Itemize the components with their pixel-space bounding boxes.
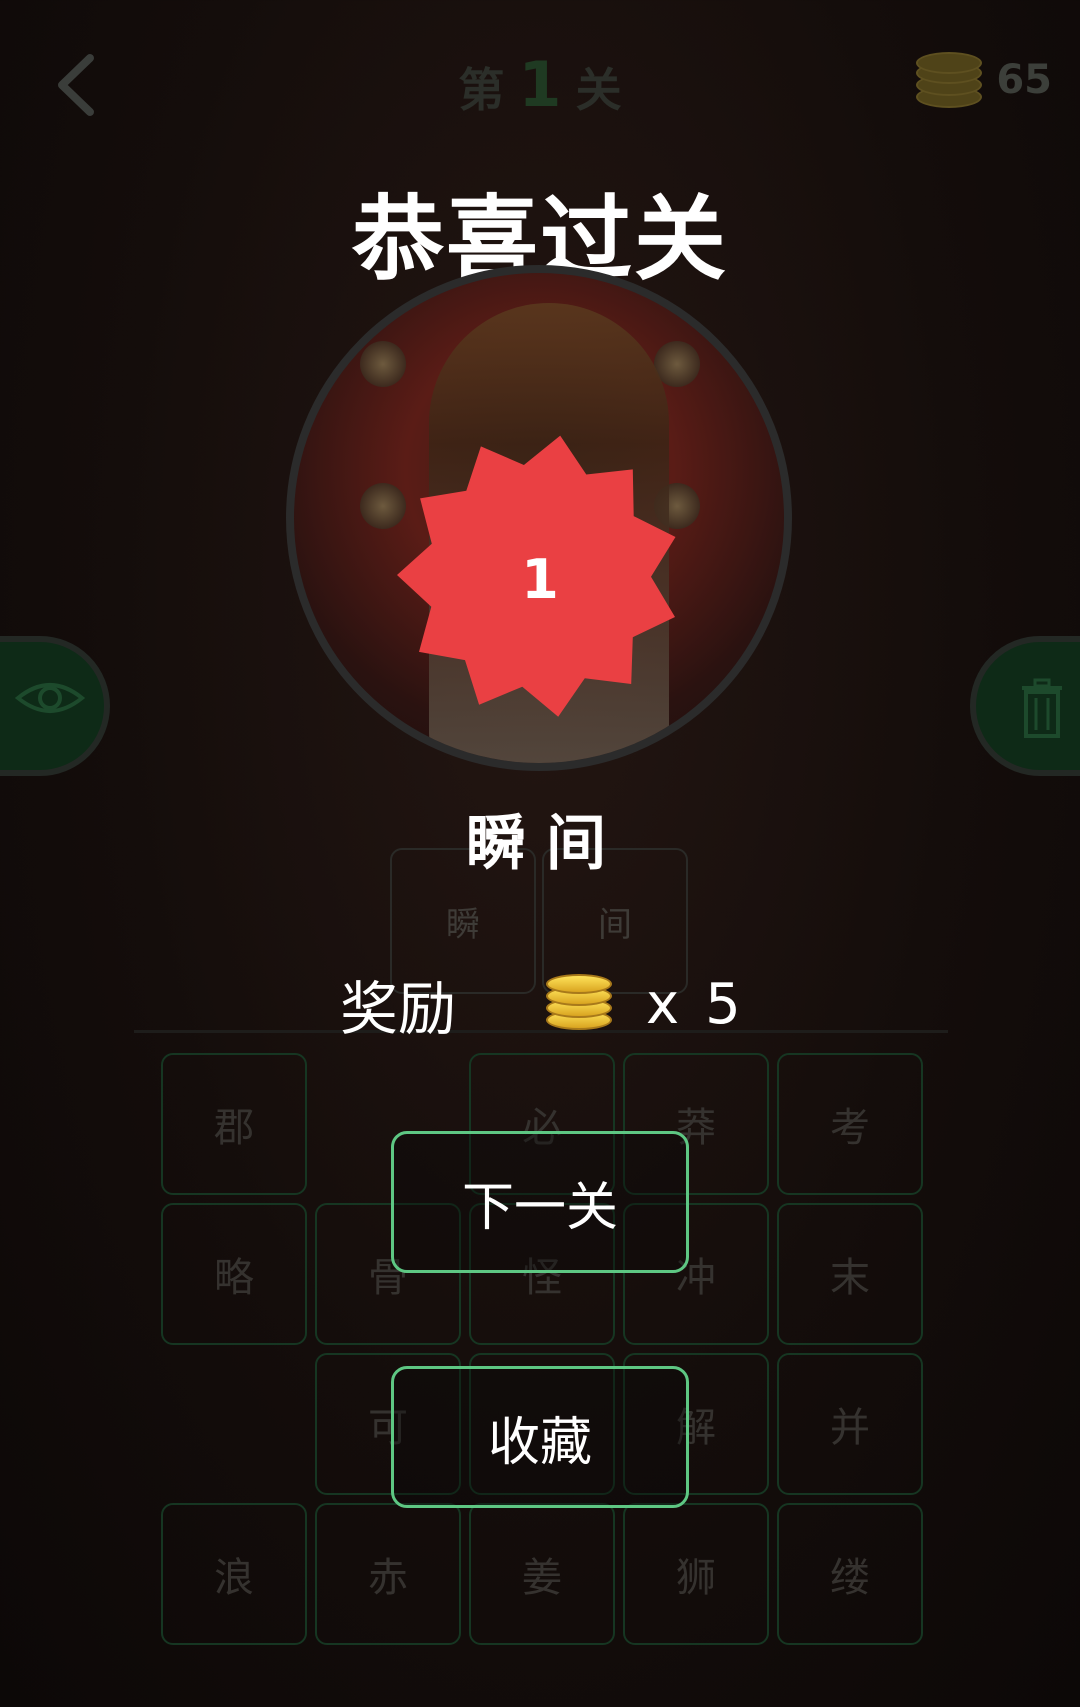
reveal-hint-button[interactable] bbox=[0, 636, 110, 776]
reward-amount: 5 bbox=[705, 971, 741, 1037]
delete-hint-button[interactable] bbox=[970, 636, 1080, 776]
reward-label: 奖励 bbox=[340, 975, 457, 1043]
eye-icon bbox=[14, 683, 86, 713]
reward-row: 奖励 x 5 bbox=[340, 962, 741, 1046]
letter-tile[interactable]: 考 bbox=[777, 1053, 923, 1195]
coin-count: 65 bbox=[996, 57, 1052, 103]
top-bar: 第1关 65 bbox=[0, 0, 1080, 170]
trash-icon bbox=[1022, 678, 1062, 738]
reward-multiplier: x bbox=[646, 971, 680, 1037]
answer-char: 瞬 bbox=[466, 809, 534, 879]
letter-tile[interactable]: 姜 bbox=[469, 1503, 615, 1645]
stage-light bbox=[360, 341, 406, 387]
letter-tile-empty bbox=[161, 1353, 307, 1495]
letter-tile[interactable]: 缕 bbox=[777, 1503, 923, 1645]
letter-tile[interactable]: 赤 bbox=[315, 1503, 461, 1645]
level-prefix: 第 bbox=[458, 63, 505, 117]
favorite-button[interactable]: 收藏 bbox=[391, 1366, 689, 1508]
letter-tile[interactable]: 狮 bbox=[623, 1503, 769, 1645]
next-level-button[interactable]: 下一关 bbox=[391, 1131, 689, 1273]
badge-number: 1 bbox=[521, 548, 559, 611]
grid-row: 浪 赤 姜 狮 缕 bbox=[161, 1503, 925, 1645]
coin-stack-icon bbox=[912, 52, 983, 108]
coin-counter: 65 bbox=[912, 52, 1052, 108]
letter-tile[interactable]: 并 bbox=[777, 1353, 923, 1495]
answer-word: 瞬间 bbox=[0, 795, 1080, 882]
letter-tile[interactable]: 略 bbox=[161, 1203, 307, 1345]
coin-stack-icon bbox=[546, 974, 616, 1034]
answer-char: 间 bbox=[546, 809, 614, 879]
level-suffix: 关 bbox=[575, 63, 622, 117]
level-number: 1 bbox=[518, 48, 562, 121]
letter-tile[interactable]: 郡 bbox=[161, 1053, 307, 1195]
letter-tile[interactable]: 浪 bbox=[161, 1503, 307, 1645]
letter-tile[interactable]: 末 bbox=[777, 1203, 923, 1345]
